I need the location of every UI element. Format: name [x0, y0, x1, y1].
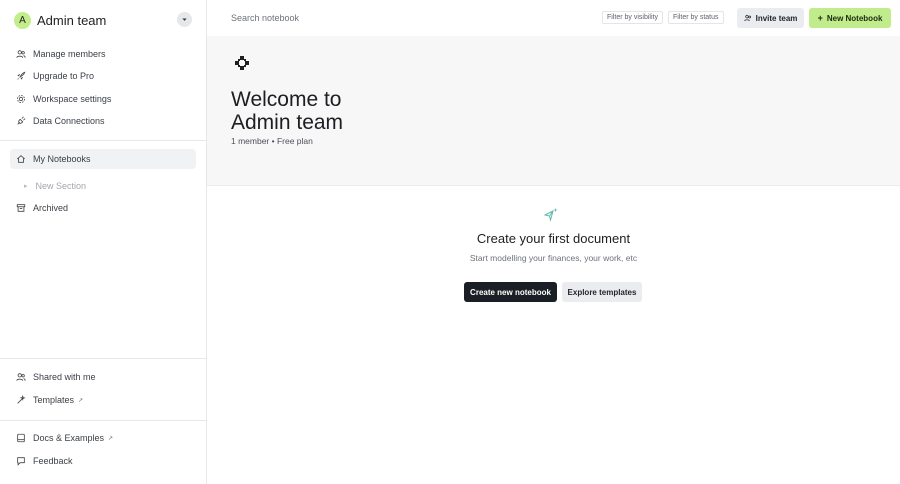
sidebar-item-docs-examples[interactable]: Docs & Examples ↗: [10, 428, 196, 448]
create-notebook-button[interactable]: Create new notebook: [464, 282, 557, 302]
sidebar-item-upgrade[interactable]: Upgrade to Pro: [10, 66, 196, 86]
empty-state-title: Create your first document: [476, 231, 631, 246]
search-input[interactable]: [231, 10, 431, 26]
workspace-name: Admin team: [37, 12, 107, 28]
filter-status-button[interactable]: Filter by status: [668, 11, 724, 24]
users-icon: [16, 49, 26, 59]
sidebar: A Admin team Manage members Upgrade to P…: [0, 0, 207, 484]
empty-state-subtitle: Start modelling your finances, your work…: [469, 253, 638, 263]
sidebar-item-label: New Section: [35, 181, 87, 191]
home-icon: [16, 154, 26, 164]
new-notebook-label: New Notebook: [826, 13, 883, 23]
external-link-icon: ↗: [108, 435, 114, 442]
sidebar-item-data-connections[interactable]: Data Connections: [10, 111, 196, 131]
page-title: Welcome to Admin team: [231, 88, 431, 134]
sidebar-item-label: Manage members: [33, 49, 106, 59]
chevron-down-icon[interactable]: [177, 12, 192, 27]
workspace-logo-icon: [235, 56, 249, 70]
sidebar-item-workspace-settings[interactable]: Workspace settings: [10, 89, 196, 109]
sidebar-item-label: Templates: [33, 395, 75, 405]
plug-icon: [16, 116, 26, 126]
sidebar-divider: [0, 358, 207, 359]
users-icon: [743, 14, 751, 22]
sidebar-item-label: Upgrade to Pro: [33, 71, 95, 81]
sidebar-divider: [0, 140, 207, 141]
sidebar-item-label: Shared with me: [33, 372, 96, 382]
empty-state: Create your first document Start modelli…: [207, 186, 900, 484]
users-icon: [16, 372, 26, 382]
workspace-switcher[interactable]: A Admin team: [14, 10, 194, 30]
gear-icon: [16, 94, 26, 104]
explore-templates-button[interactable]: Explore templates: [562, 282, 642, 302]
sidebar-item-feedback[interactable]: Feedback: [10, 451, 196, 471]
archive-icon: [16, 203, 26, 213]
sidebar-item-label: Feedback: [33, 456, 73, 466]
sidebar-item-my-notebooks[interactable]: My Notebooks: [10, 149, 196, 169]
sidebar-item-templates[interactable]: Templates ↗: [10, 390, 196, 410]
main-content: Filter by visibility Filter by status In…: [207, 0, 900, 484]
book-icon: [16, 433, 26, 443]
sidebar-item-label: Archived: [33, 203, 69, 213]
new-notebook-button[interactable]: + New Notebook: [809, 8, 891, 28]
workspace-avatar: A: [14, 11, 31, 29]
filter-visibility-button[interactable]: Filter by visibility: [602, 11, 663, 24]
bullet-icon: ▸: [24, 183, 28, 190]
sidebar-item-label: Data Connections: [33, 116, 105, 126]
external-link-icon: ↗: [78, 397, 84, 404]
rocket-icon: [16, 71, 26, 81]
app-root: A Admin team Manage members Upgrade to P…: [0, 0, 900, 484]
plus-icon: +: [817, 13, 823, 23]
sidebar-item-manage-members[interactable]: Manage members: [10, 44, 196, 64]
invite-team-button[interactable]: Invite team: [737, 8, 804, 28]
sidebar-item-label: Workspace settings: [33, 94, 112, 104]
sidebar-item-shared-with-me[interactable]: Shared with me: [10, 367, 196, 387]
top-bar: Filter by visibility Filter by status In…: [207, 0, 900, 36]
sidebar-item-new-section[interactable]: ▸ New Section: [10, 176, 196, 196]
title-line-1: Welcome to: [231, 88, 342, 111]
sidebar-item-label: My Notebooks: [33, 154, 91, 164]
sidebar-divider: [0, 420, 207, 421]
workspace-meta: 1 member • Free plan: [231, 136, 313, 146]
paper-plane-sparkle-icon: [543, 208, 558, 222]
chat-icon: [16, 456, 26, 466]
title-line-2: Admin team: [231, 111, 344, 134]
sidebar-item-label: Docs & Examples: [33, 433, 105, 443]
sidebar-item-archived[interactable]: Archived: [10, 198, 196, 218]
wand-icon: [16, 395, 26, 405]
workspace-hero: Welcome to Admin team 1 member • Free pl…: [207, 36, 900, 186]
invite-team-label: Invite team: [755, 13, 798, 23]
